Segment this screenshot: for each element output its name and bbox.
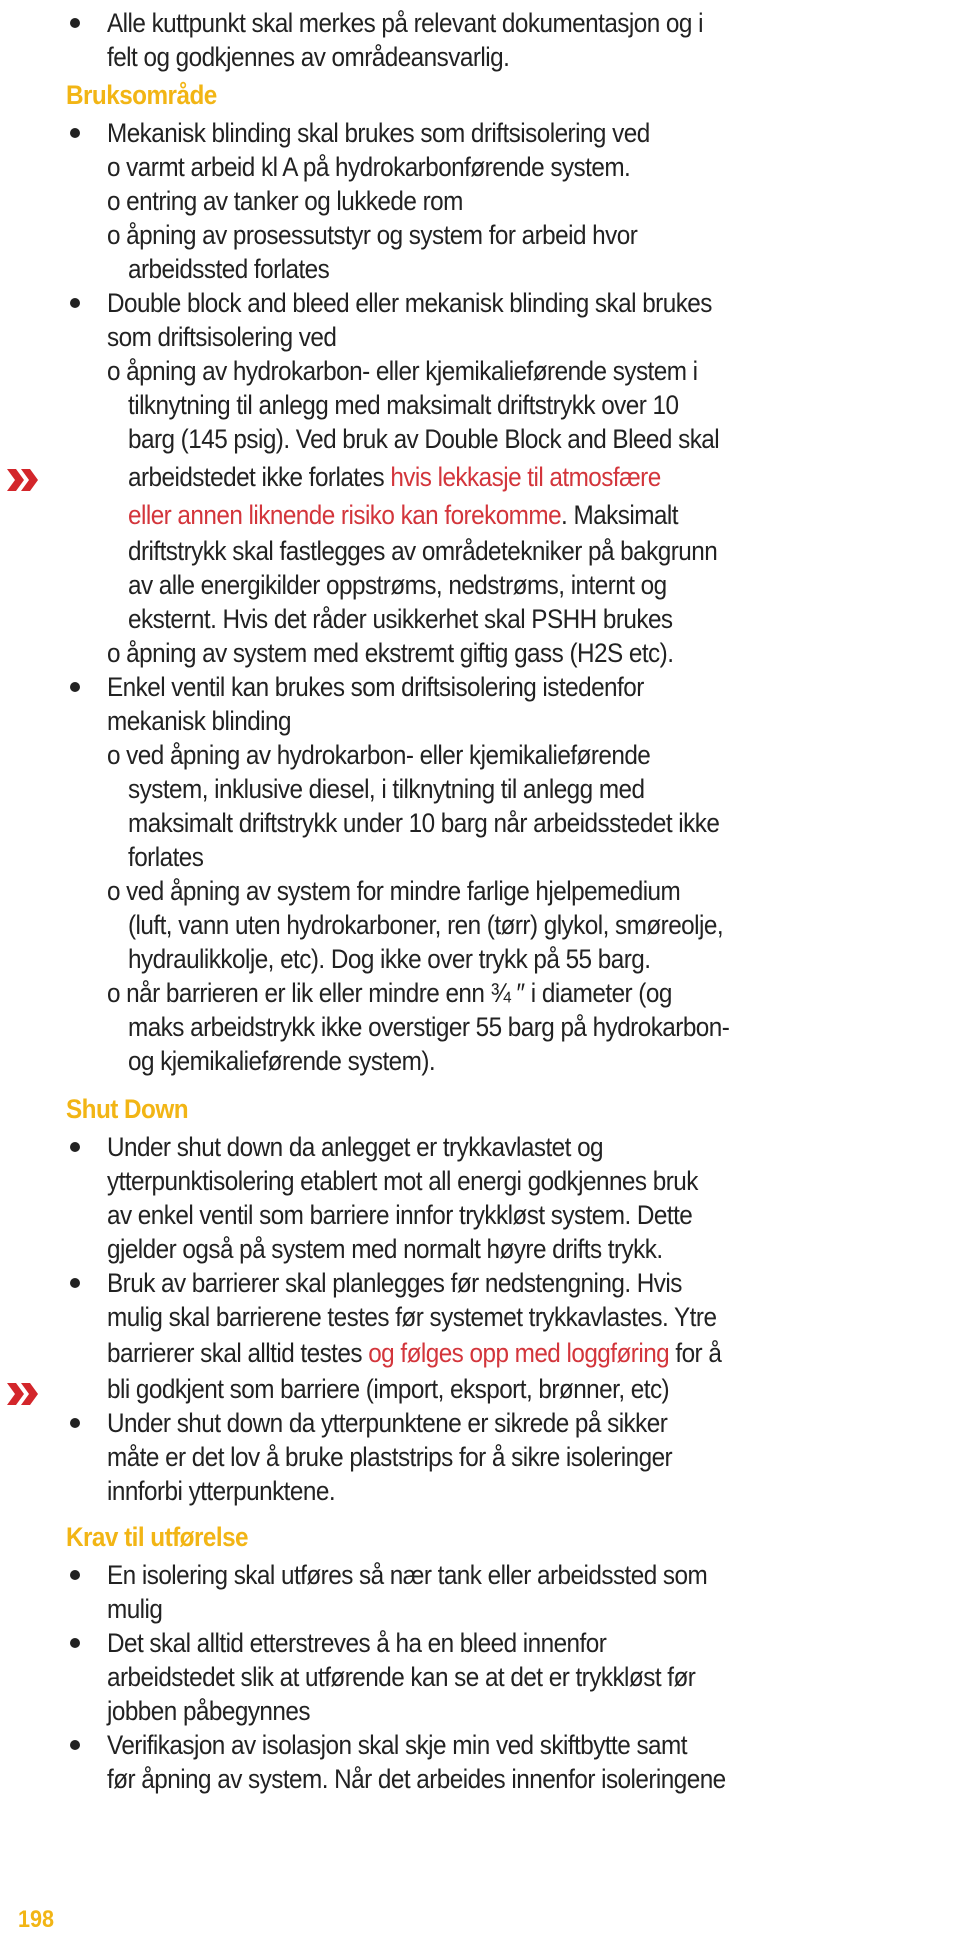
- bullet-icon: [70, 1638, 80, 1648]
- text-line: Verifikasjon av isolasjon skal skje min …: [107, 1730, 687, 1760]
- section-heading-shut-down: Shut Down: [66, 1094, 189, 1124]
- bullet-icon: [70, 1142, 80, 1152]
- text-line: o åpning av system med ekstremt giftig g…: [107, 638, 674, 668]
- bullet-icon: [70, 1740, 80, 1750]
- text-line: maks arbeidstrykk ikke overstiger 55 bar…: [128, 1012, 730, 1042]
- text-line: av alle energikilder oppstrøms, nedstrøm…: [128, 570, 667, 600]
- text-line: barg (145 psig). Ved bruk av Double Bloc…: [128, 424, 720, 454]
- text-line: o åpning av prosessutstyr og system for …: [107, 220, 638, 250]
- change-marker-icon: [7, 469, 38, 491]
- bullet-icon: [70, 18, 80, 28]
- text-line: gjelder også på system med normalt høyre…: [107, 1234, 663, 1264]
- text-line: Bruk av barrierer skal planlegges før ne…: [107, 1268, 682, 1298]
- text-line: mulig: [107, 1594, 163, 1624]
- highlighted-change: hvis lekkasje til atmosfære: [390, 462, 661, 492]
- text-line: driftstrykk skal fastlegges av områdetek…: [128, 536, 718, 566]
- text-line: barrierer skal alltid testes og følges o…: [107, 1336, 722, 1370]
- bullet-icon: [70, 1570, 80, 1580]
- bullet-icon: [70, 1278, 80, 1288]
- text-line: Alle kuttpunkt skal merkes på relevant d…: [107, 8, 703, 38]
- text-line: (luft, vann uten hydrokarboner, ren (tør…: [128, 910, 724, 940]
- text-line: hydraulikkolje, etc). Dog ikke over tryk…: [128, 944, 651, 974]
- text-line: o når barrieren er lik eller mindre enn …: [107, 978, 672, 1008]
- text-line: bli godkjent som barriere (import, ekspo…: [107, 1374, 670, 1404]
- text-line: o entring av tanker og lukkede rom: [107, 186, 463, 216]
- text-segment: barrierer skal alltid testes: [107, 1338, 369, 1368]
- text-line: Double block and bleed eller mekanisk bl…: [107, 288, 712, 318]
- text-line: arbeidstedet slik at utførende kan se at…: [107, 1662, 696, 1692]
- text-segment: . Maksimalt: [561, 500, 678, 530]
- text-line: o ved åpning av hydrokarbon- eller kjemi…: [107, 740, 651, 770]
- text-line: måte er det lov å bruke plaststrips for …: [107, 1442, 673, 1472]
- text-line: arbeidstedet ikke forlates hvis lekkasje…: [128, 460, 661, 494]
- text-line: system, inklusive diesel, i tilknytning …: [128, 774, 645, 804]
- text-line: eller annen liknende risiko kan forekomm…: [128, 498, 679, 532]
- text-line: av enkel ventil som barriere innfor tryk…: [107, 1200, 693, 1230]
- text-segment: arbeidstedet ikke forlates: [128, 462, 391, 492]
- text-line: Under shut down da ytterpunktene er sikr…: [107, 1408, 668, 1438]
- text-line: og kjemikalieførende system).: [128, 1046, 436, 1076]
- page-number: 198: [18, 1906, 55, 1933]
- text-line: før åpning av system. Når det arbeides i…: [107, 1764, 726, 1794]
- text-line: o ved åpning av system for mindre farlig…: [107, 876, 681, 906]
- text-line: maksimalt driftstrykk under 10 barg når …: [128, 808, 720, 838]
- text-line: Mekanisk blinding skal brukes som drifts…: [107, 118, 650, 148]
- bullet-icon: [70, 298, 80, 308]
- text-line: Enkel ventil kan brukes som driftsisoler…: [107, 672, 644, 702]
- change-marker-icon: [7, 1383, 38, 1405]
- highlighted-change: og følges opp med loggføring: [368, 1338, 670, 1368]
- text-line: jobben påbegynnes: [107, 1696, 311, 1726]
- text-line: Det skal alltid etterstreves å ha en ble…: [107, 1628, 607, 1658]
- text-line: tilknytning til anlegg med maksimalt dri…: [128, 390, 679, 420]
- section-heading-krav-til-utforelse: Krav til utførelse: [66, 1522, 249, 1552]
- text-line: felt og godkjennes av områdeansvarlig.: [107, 42, 510, 72]
- section-heading-bruksomrade: Bruksområde: [66, 80, 217, 110]
- text-line: Under shut down da anlegget er trykkavla…: [107, 1132, 604, 1162]
- text-segment: for å: [669, 1338, 722, 1368]
- text-line: mulig skal barrierene testes før systeme…: [107, 1302, 717, 1332]
- text-line: eksternt. Hvis det råder usikkerhet skal…: [128, 604, 673, 634]
- text-line: forlates: [128, 842, 204, 872]
- text-line: mekanisk blinding: [107, 706, 292, 736]
- text-line: innforbi ytterpunktene.: [107, 1476, 336, 1506]
- text-line: arbeidssted forlates: [128, 254, 330, 284]
- text-line: som driftsisolering ved: [107, 322, 337, 352]
- text-line: o varmt arbeid kl A på hydrokarbonførend…: [107, 152, 631, 182]
- text-line: o åpning av hydrokarbon- eller kjemikali…: [107, 356, 698, 386]
- text-line: ytterpunktisolering etablert mot all ene…: [107, 1166, 698, 1196]
- bullet-icon: [70, 128, 80, 138]
- text-line: En isolering skal utføres så nær tank el…: [107, 1560, 708, 1590]
- bullet-icon: [70, 682, 80, 692]
- bullet-icon: [70, 1418, 80, 1428]
- highlighted-change: eller annen liknende risiko kan forekomm…: [128, 500, 562, 530]
